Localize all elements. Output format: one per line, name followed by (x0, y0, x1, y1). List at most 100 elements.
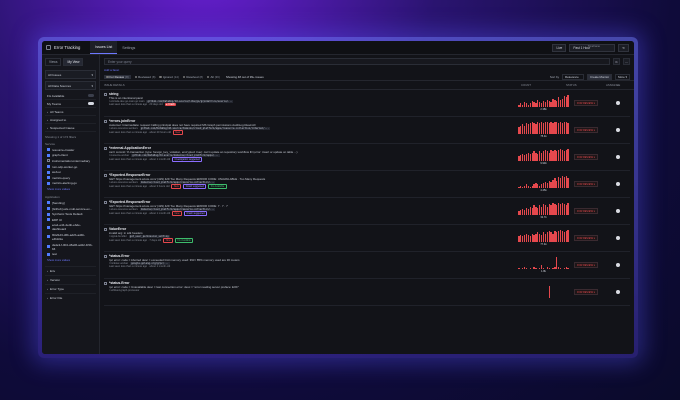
show-more-apps[interactable]: Show more values (45, 257, 96, 263)
checkbox[interactable] (104, 254, 107, 258)
status-select[interactable]: FOR REVIEW ▾ (574, 100, 598, 106)
checkbox[interactable] (47, 235, 50, 239)
filter-group[interactable]: › Assigned to (45, 116, 96, 124)
refresh-button[interactable]: ↻ (618, 43, 629, 52)
checkbox[interactable] (47, 245, 50, 249)
toggle-switch[interactable] (88, 102, 94, 105)
checkbox[interactable] (47, 201, 50, 205)
more-button[interactable]: More ▾ (615, 74, 630, 80)
table-row[interactable]: *status.Error rpc error: code = Aborted d… (104, 252, 630, 279)
checkbox[interactable] (47, 218, 50, 222)
avatar[interactable] (616, 290, 620, 294)
filter-group[interactable]: › Suspected Cause (45, 124, 96, 132)
facet-section-label: Error Type (50, 286, 64, 291)
facet-section[interactable]: › Error Type (45, 283, 96, 293)
checkbox[interactable] (47, 165, 50, 169)
tab-issues-list[interactable]: Issues List (90, 41, 118, 54)
sort-select[interactable]: Relevance (562, 74, 585, 80)
application-item[interactable]: [Github] e2e-mult-service-ex... (45, 206, 96, 212)
timeframe-label: Timeframe (587, 44, 600, 48)
status-chip[interactable]: For Review (8) (104, 75, 131, 79)
service-item[interactable]: instrumentation-intermediary (45, 158, 96, 164)
table-row[interactable]: ValueError invalid arg: in sdk headers / s… (104, 225, 630, 252)
count-sparkline (521, 281, 566, 303)
status-chip[interactable]: Ignored (14) (159, 75, 179, 79)
status-select[interactable]: FOR REVIEW ▾ (574, 181, 598, 187)
table-row[interactable]: *Exported.ResponseError GET https://manag… (104, 198, 630, 225)
sort-label: Sort by (549, 75, 560, 79)
avatar[interactable] (616, 128, 620, 132)
search-input[interactable]: Enter your query (104, 58, 610, 65)
status-chip[interactable]: All (36) (206, 75, 220, 79)
create-monitor-button[interactable]: Create Monitor (587, 74, 613, 80)
issue-details: *status.Error rpc error: code = Aborted d… (104, 254, 521, 276)
table-row[interactable]: *external.ApplicationError can't commit: … (104, 144, 630, 171)
application-label: [Github] e2e-mult-service-ex... (52, 206, 93, 211)
status-select[interactable]: FOR REVIEW ▾ (574, 154, 598, 160)
status-select[interactable]: FOR REVIEW ▾ (574, 235, 598, 241)
avatar[interactable] (616, 209, 620, 213)
application-label: Synthetic Tests Default (52, 212, 83, 217)
checkbox[interactable] (47, 225, 50, 229)
table-row[interactable]: string This is an intentional panic / errc… (104, 90, 630, 117)
tab-views[interactable]: Views (45, 58, 62, 66)
show-more-services[interactable]: Show more values (45, 186, 96, 192)
facet-section[interactable]: › Version (45, 274, 96, 284)
checkbox[interactable] (104, 146, 107, 150)
status-chip[interactable]: Resolved (8) (182, 75, 203, 79)
application-item[interactable]: eca1-e44-2e4b-ebde-dashboard (45, 223, 96, 233)
issue-service: / signal-bundler (109, 235, 127, 238)
issue-tag: ● Crash (164, 103, 177, 106)
sparkline-bar (518, 267, 520, 269)
status-dot-icon (206, 75, 210, 79)
checkbox[interactable] (104, 119, 107, 123)
sparkline-bar (548, 285, 550, 298)
table-row[interactable]: *errors.joinError customer: Intermediate:… (104, 117, 630, 144)
checkbox[interactable] (47, 159, 50, 163)
tab-my-view[interactable]: My View (63, 58, 84, 66)
checkbox[interactable] (47, 153, 50, 157)
data-sources-select[interactable]: All Data Sources ▾ (45, 81, 96, 90)
checkbox[interactable] (104, 92, 107, 96)
toggle-switch[interactable] (88, 94, 94, 97)
application-item[interactable]: dsde3-f-0b3-c8a06-ad22-4f3b-b6 (45, 242, 96, 252)
avatar[interactable] (616, 263, 620, 267)
status-cell: FOR REVIEW ▾ (566, 119, 606, 141)
application-item[interactable]: f4faf1d3-d6b-ad2b-ad4b-e4fdd1a (45, 232, 96, 242)
copy-icon[interactable]: ⧉ (613, 58, 620, 65)
avatar[interactable] (616, 182, 620, 186)
status-chip[interactable]: Reviewed (8) (134, 75, 155, 79)
avatar[interactable] (616, 236, 620, 240)
issues-select[interactable]: All Issues ▾ (45, 70, 96, 79)
live-button[interactable]: Live (552, 43, 567, 52)
checkbox[interactable] (47, 212, 50, 216)
table-row[interactable]: *Exported.ResponseError GET https://manag… (104, 171, 630, 198)
status-select[interactable]: FOR REVIEW ▾ (574, 127, 598, 133)
filter-group[interactable]: › All Teams (45, 108, 96, 116)
status-select[interactable]: FOR REVIEW ▾ (574, 289, 598, 295)
checkbox[interactable] (47, 181, 50, 185)
checkbox[interactable] (47, 170, 50, 174)
checkbox[interactable] (104, 281, 107, 285)
issue-count: 75.4k (540, 135, 547, 138)
checkbox[interactable] (104, 200, 107, 204)
toggle-label: Fix Available (47, 93, 65, 98)
avatar[interactable] (616, 101, 620, 105)
more-icon[interactable]: ⋯ (623, 58, 630, 65)
checkbox[interactable] (47, 207, 50, 211)
facet-section[interactable]: › Env (45, 265, 96, 275)
checkbox[interactable] (104, 173, 107, 177)
table-header: ISSUE DETAILS COUNT STATUS ASSIGNEE (100, 81, 634, 90)
checkbox[interactable] (47, 252, 50, 256)
issue-meta: Last seen less than a minute ago · about… (109, 265, 521, 268)
status-select[interactable]: FOR REVIEW ▾ (574, 208, 598, 214)
checkbox[interactable] (47, 176, 50, 180)
checkbox[interactable] (47, 148, 50, 152)
avatar[interactable] (616, 155, 620, 159)
header-count: COUNT (521, 83, 531, 87)
status-select[interactable]: FOR REVIEW ▾ (574, 262, 598, 268)
checkbox[interactable] (104, 227, 107, 231)
tab-settings[interactable]: Settings (117, 41, 140, 54)
table-row[interactable]: *status.Error rpc error: code = Unavailab… (104, 279, 630, 306)
facet-section[interactable]: › Error File (45, 292, 96, 302)
